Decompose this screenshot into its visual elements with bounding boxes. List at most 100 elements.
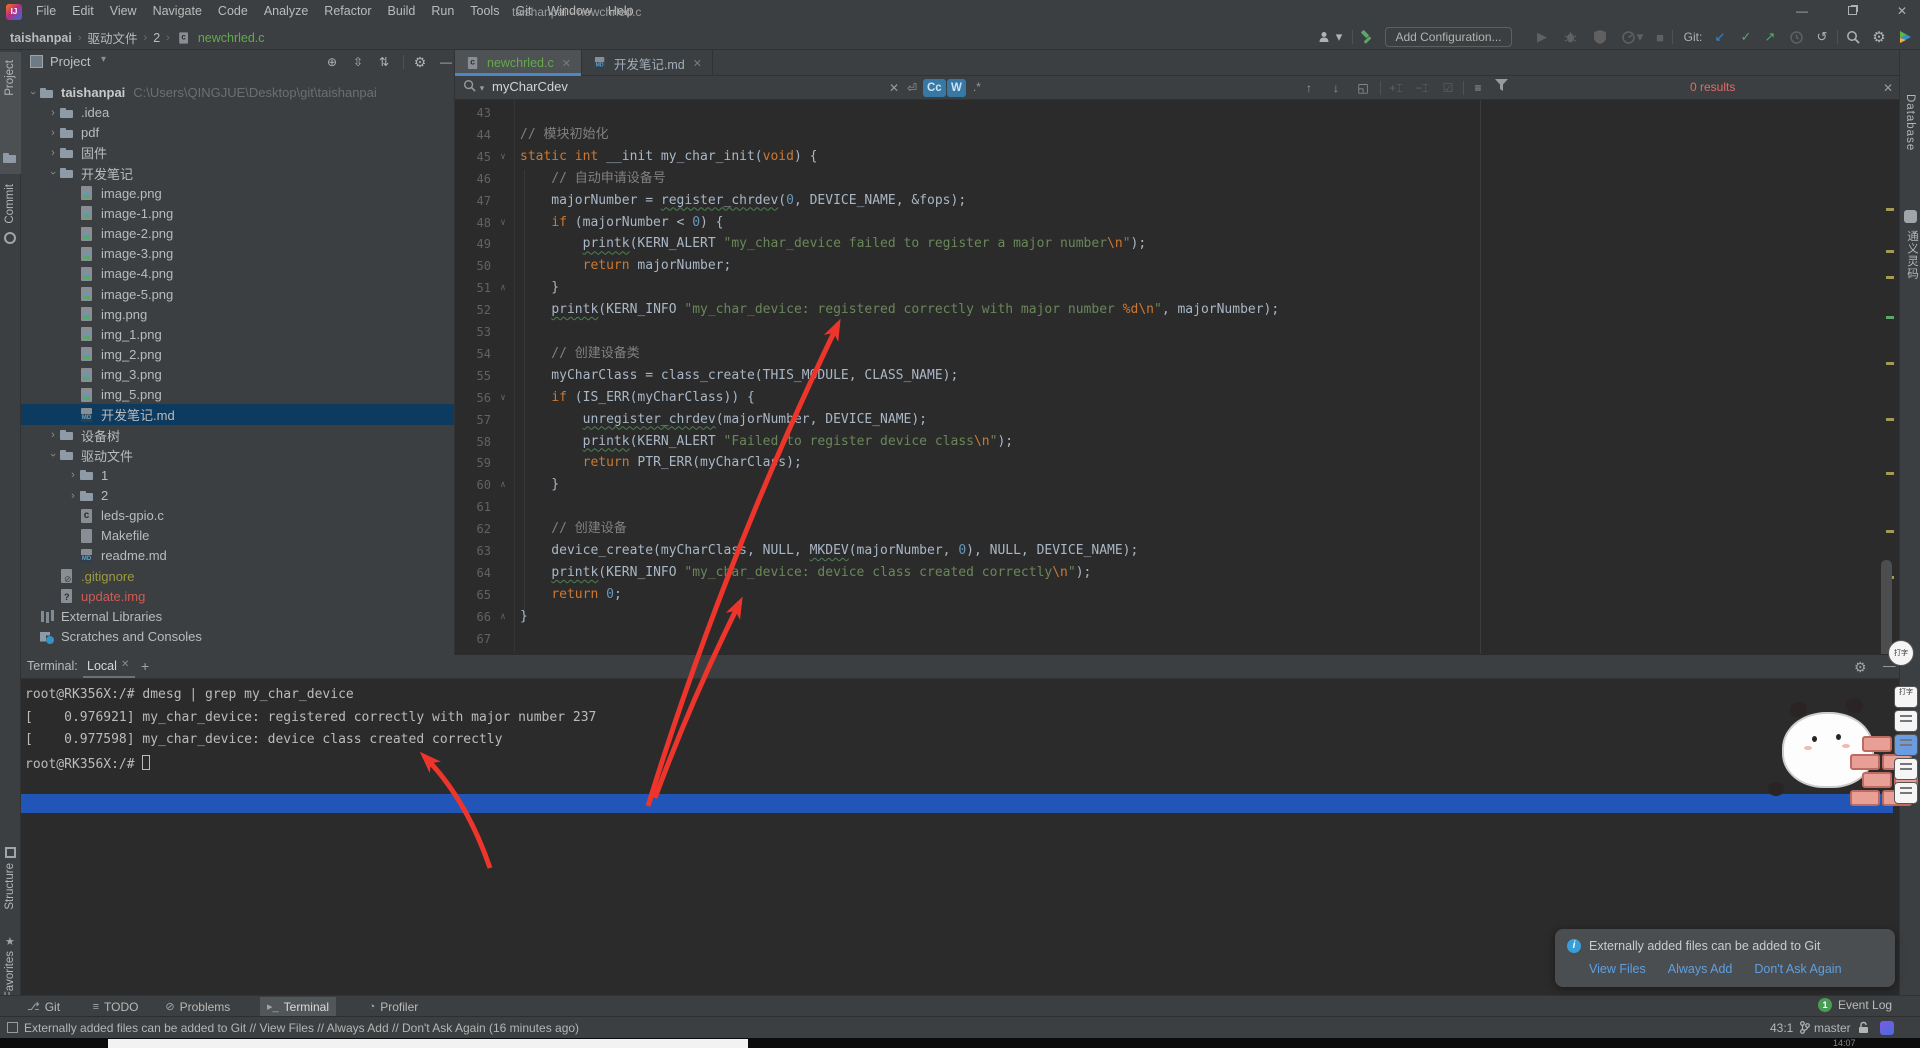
sidebar-tab-lingma[interactable]: 通义灵码 bbox=[1900, 210, 1920, 330]
panel-settings-icon[interactable]: ⚙ bbox=[411, 53, 429, 71]
menu-analyze[interactable]: Analyze bbox=[256, 0, 316, 24]
clear-search-icon[interactable]: ✕ bbox=[885, 79, 903, 97]
breadcrumb-item[interactable]: 2 bbox=[153, 31, 160, 45]
window-switcher-icon[interactable] bbox=[7, 1022, 18, 1033]
menu-edit[interactable]: Edit bbox=[64, 0, 102, 24]
select-all-occurrences-icon[interactable]: ◱ bbox=[1354, 79, 1372, 97]
tree-item[interactable]: image-3.png bbox=[21, 243, 454, 264]
tree-chevron-icon[interactable]: › bbox=[67, 469, 79, 481]
filter-icon[interactable] bbox=[1495, 79, 1513, 97]
tree-chevron-icon[interactable]: › bbox=[47, 449, 59, 461]
tool-button-git[interactable]: ⎇Git bbox=[20, 997, 67, 1016]
git-push-icon[interactable]: ↗ bbox=[1760, 27, 1780, 47]
editor-tab-开发笔记.md[interactable]: 开发笔记.md✕ bbox=[582, 50, 713, 76]
event-log-button[interactable]: 1 Event Log bbox=[1818, 998, 1892, 1012]
breadcrumb-item[interactable]: 驱动文件 bbox=[88, 28, 138, 47]
tree-chevron-icon[interactable]: › bbox=[67, 490, 79, 502]
add-selection-icon[interactable]: +⌶ bbox=[1387, 79, 1405, 97]
next-occurrence-icon[interactable]: ↓ bbox=[1327, 79, 1345, 97]
tree-chevron-icon[interactable]: › bbox=[47, 167, 59, 179]
notification-action-always-add[interactable]: Always Add bbox=[1668, 962, 1733, 976]
tree-item[interactable]: Scratches and Consoles bbox=[21, 626, 454, 647]
fold-marker-icon[interactable]: ∨ bbox=[497, 212, 509, 234]
tree-item[interactable]: ›开发笔记 bbox=[21, 163, 454, 184]
restore-button[interactable] bbox=[1835, 0, 1869, 24]
tree-item[interactable]: ›固件 bbox=[21, 142, 454, 163]
terminal-tab-local[interactable]: Local bbox=[87, 659, 117, 673]
tree-item[interactable]: image.png bbox=[21, 183, 454, 204]
tree-chevron-icon[interactable]: › bbox=[47, 127, 59, 139]
menu-run[interactable]: Run bbox=[423, 0, 462, 24]
close-tab-icon[interactable]: ✕ bbox=[693, 57, 702, 70]
search-input[interactable]: myCharCdev bbox=[492, 79, 568, 94]
tree-chevron-icon[interactable]: › bbox=[47, 147, 59, 159]
tree-item[interactable]: Makefile bbox=[21, 525, 454, 546]
tree-chevron-icon[interactable]: › bbox=[27, 87, 39, 99]
tree-item[interactable]: img_3.png bbox=[21, 364, 454, 385]
tree-item[interactable]: img_2.png bbox=[21, 344, 454, 365]
close-button[interactable]: ✕ bbox=[1885, 0, 1919, 24]
menu-build[interactable]: Build bbox=[380, 0, 424, 24]
user-dropdown-icon[interactable]: ▾ bbox=[1333, 27, 1345, 47]
run-icon[interactable]: ▶ bbox=[1532, 27, 1552, 47]
sidebar-tab-project[interactable]: Project bbox=[0, 52, 21, 174]
tool-button-profiler[interactable]: ◔Profiler bbox=[362, 997, 426, 1016]
menu-refactor[interactable]: Refactor bbox=[316, 0, 379, 24]
regex-toggle[interactable]: .* bbox=[969, 79, 985, 97]
fold-marker-icon[interactable]: ∧ bbox=[497, 474, 509, 496]
taskbar-app-window[interactable] bbox=[108, 1039, 748, 1048]
menu-code[interactable]: Code bbox=[210, 0, 256, 24]
breadcrumb-item[interactable]: taishanpai bbox=[10, 31, 72, 45]
tree-item[interactable]: ›pdf bbox=[21, 122, 454, 143]
menu-tools[interactable]: Tools bbox=[462, 0, 507, 24]
remove-selection-icon[interactable]: −⌶ bbox=[1413, 79, 1431, 97]
caret-position[interactable]: 43:1 bbox=[1770, 1021, 1793, 1035]
toggle-selection-icon[interactable]: ☑ bbox=[1439, 79, 1457, 97]
tool-button-todo[interactable]: ≡TODO bbox=[86, 997, 146, 1016]
close-find-bar-icon[interactable]: ✕ bbox=[1879, 79, 1897, 97]
tree-item[interactable]: ›驱动文件 bbox=[21, 445, 454, 466]
sidebar-tab-commit[interactable]: Commit bbox=[0, 180, 21, 255]
build-hammer-icon[interactable] bbox=[1357, 27, 1377, 47]
profiler-dropdown-icon[interactable]: ▾ bbox=[1634, 27, 1646, 47]
terminal-settings-icon[interactable]: ⚙ bbox=[1854, 659, 1867, 676]
rollback-icon[interactable]: ↺ bbox=[1812, 27, 1832, 47]
tree-chevron-icon[interactable]: › bbox=[47, 429, 59, 441]
debug-icon[interactable] bbox=[1560, 27, 1580, 47]
tree-item[interactable]: leds-gpio.c bbox=[21, 505, 454, 526]
prev-occurrence-icon[interactable]: ↑ bbox=[1300, 79, 1318, 97]
status-message[interactable]: Externally added files can be added to G… bbox=[24, 1021, 579, 1035]
tree-item[interactable]: img_1.png bbox=[21, 324, 454, 345]
tree-item[interactable]: ›taishanpaiC:\Users\QINGJUE\Desktop\git\… bbox=[21, 82, 454, 103]
settings-gear-icon[interactable]: ⚙ bbox=[1869, 27, 1889, 47]
plugin-colored-icon[interactable] bbox=[1895, 27, 1915, 47]
git-update-icon[interactable]: ↙ bbox=[1710, 27, 1730, 47]
history-icon[interactable] bbox=[1786, 27, 1806, 47]
tool-button-problems[interactable]: ⊘Problems bbox=[158, 997, 237, 1016]
hide-panel-icon[interactable]: — bbox=[437, 53, 455, 71]
tree-item[interactable]: 开发笔记.md bbox=[21, 404, 454, 425]
tree-item[interactable]: image-1.png bbox=[21, 203, 454, 224]
stop-icon[interactable]: ■ bbox=[1650, 27, 1670, 47]
menu-view[interactable]: View bbox=[102, 0, 145, 24]
search-everywhere-icon[interactable] bbox=[1843, 27, 1863, 47]
tree-item[interactable]: update.img bbox=[21, 586, 454, 607]
fold-marker-icon[interactable]: ∨ bbox=[497, 146, 509, 168]
fold-marker-icon[interactable]: ∧ bbox=[497, 606, 509, 628]
tree-item[interactable]: image-5.png bbox=[21, 284, 454, 305]
tree-item[interactable]: readme.md bbox=[21, 545, 454, 566]
tree-item[interactable]: ›1 bbox=[21, 465, 454, 486]
hide-terminal-icon[interactable]: — bbox=[1883, 659, 1896, 673]
add-configuration-button[interactable]: Add Configuration... bbox=[1385, 27, 1512, 47]
match-case-toggle[interactable]: Cc bbox=[923, 79, 946, 97]
git-commit-icon[interactable]: ✓ bbox=[1736, 27, 1756, 47]
search-history-dropdown-icon[interactable]: ▾ bbox=[477, 79, 487, 97]
lingma-status-icon[interactable] bbox=[1880, 1021, 1894, 1035]
git-branch-name[interactable]: master bbox=[1814, 1021, 1851, 1035]
tree-item[interactable]: img_5.png bbox=[21, 384, 454, 405]
close-terminal-tab-icon[interactable]: ✕ bbox=[121, 659, 129, 670]
close-tab-icon[interactable]: ✕ bbox=[562, 57, 571, 70]
search-options-icon[interactable]: ≡ bbox=[1469, 79, 1487, 97]
locate-file-icon[interactable]: ⊕ bbox=[323, 53, 341, 71]
new-terminal-session-icon[interactable]: + bbox=[141, 658, 149, 674]
